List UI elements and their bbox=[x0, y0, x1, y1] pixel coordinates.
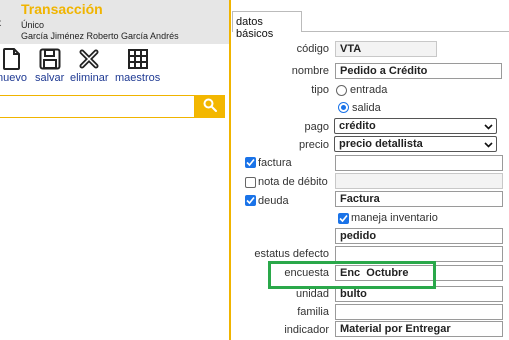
nota-debito-checkbox[interactable] bbox=[245, 177, 256, 188]
search-icon bbox=[203, 98, 217, 115]
pago-label: pago bbox=[304, 121, 329, 133]
inventario-field[interactable]: pedido bbox=[335, 228, 503, 244]
estatus-defecto-label: estatus defecto bbox=[254, 248, 329, 260]
unidad-label: unidad bbox=[295, 288, 329, 300]
tipo-label: tipo bbox=[311, 84, 329, 96]
factura-field[interactable] bbox=[335, 155, 503, 171]
new-button[interactable]: nuevo bbox=[0, 48, 27, 84]
chevron-down-icon bbox=[484, 124, 493, 130]
grid-icon bbox=[115, 48, 160, 70]
delete-x-icon bbox=[70, 48, 109, 70]
indicador-label: indicador bbox=[284, 324, 329, 336]
header-bar: ‹ Transacción Único García Jiménez Rober… bbox=[0, 0, 229, 44]
indicador-field[interactable]: Material por Entregar bbox=[335, 321, 503, 337]
panel-divider bbox=[229, 0, 231, 340]
left-panel: ‹ Transacción Único García Jiménez Rober… bbox=[0, 0, 229, 340]
codigo-field[interactable]: VTA bbox=[335, 41, 437, 57]
delete-button[interactable]: eliminar bbox=[70, 48, 109, 84]
precio-select[interactable]: precio detallista bbox=[334, 136, 497, 152]
save-button-label: salvar bbox=[35, 72, 65, 84]
page-title: Transacción bbox=[21, 1, 103, 17]
new-document-icon bbox=[0, 48, 27, 70]
check-icon bbox=[246, 196, 255, 205]
deuda-label: deuda bbox=[258, 195, 289, 207]
maneja-inventario-label: maneja inventario bbox=[351, 212, 438, 224]
chevron-down-icon bbox=[484, 142, 493, 148]
tipo-entrada-label: entrada bbox=[350, 84, 388, 96]
deuda-field[interactable]: Factura bbox=[335, 191, 503, 207]
tab-underline bbox=[302, 31, 509, 32]
user-name: García Jiménez Roberto García Andrés bbox=[21, 31, 179, 41]
tipo-radio-salida[interactable] bbox=[338, 102, 349, 113]
codigo-label: código bbox=[296, 43, 329, 55]
check-icon bbox=[339, 214, 348, 223]
company-name: Único bbox=[21, 20, 45, 30]
maneja-inventario-checkbox[interactable] bbox=[338, 213, 349, 224]
save-icon bbox=[35, 48, 64, 70]
masters-button[interactable]: maestros bbox=[115, 48, 160, 84]
nota-debito-label: nota de débito bbox=[258, 176, 328, 188]
search-button[interactable] bbox=[195, 95, 225, 118]
familia-field[interactable] bbox=[335, 304, 503, 320]
save-button[interactable]: salvar bbox=[35, 48, 64, 84]
precio-label: precio bbox=[299, 139, 329, 151]
search-input[interactable] bbox=[0, 95, 195, 118]
familia-label: familia bbox=[297, 306, 329, 318]
back-icon[interactable]: ‹ bbox=[0, 14, 2, 30]
estatus-defecto-field[interactable] bbox=[335, 246, 503, 262]
tab-datos-basicos[interactable]: datos básicos bbox=[232, 11, 302, 40]
nombre-label: nombre bbox=[291, 65, 329, 77]
tipo-salida-label: salida bbox=[352, 102, 381, 114]
tipo-radio-entrada[interactable] bbox=[336, 85, 347, 96]
precio-select-value: precio detallista bbox=[339, 138, 423, 150]
delete-button-label: eliminar bbox=[70, 72, 109, 84]
pago-select-value: crédito bbox=[339, 120, 376, 132]
highlight-box bbox=[268, 261, 436, 289]
pago-select[interactable]: crédito bbox=[334, 118, 497, 134]
new-button-label: nuevo bbox=[0, 72, 27, 84]
nombre-field[interactable]: Pedido a Crédito bbox=[335, 63, 502, 79]
check-icon bbox=[246, 158, 255, 167]
deuda-checkbox[interactable] bbox=[245, 195, 256, 206]
factura-checkbox[interactable] bbox=[245, 157, 256, 168]
masters-button-label: maestros bbox=[115, 72, 161, 84]
nota-debito-field[interactable] bbox=[335, 173, 503, 189]
factura-label: factura bbox=[258, 157, 292, 169]
